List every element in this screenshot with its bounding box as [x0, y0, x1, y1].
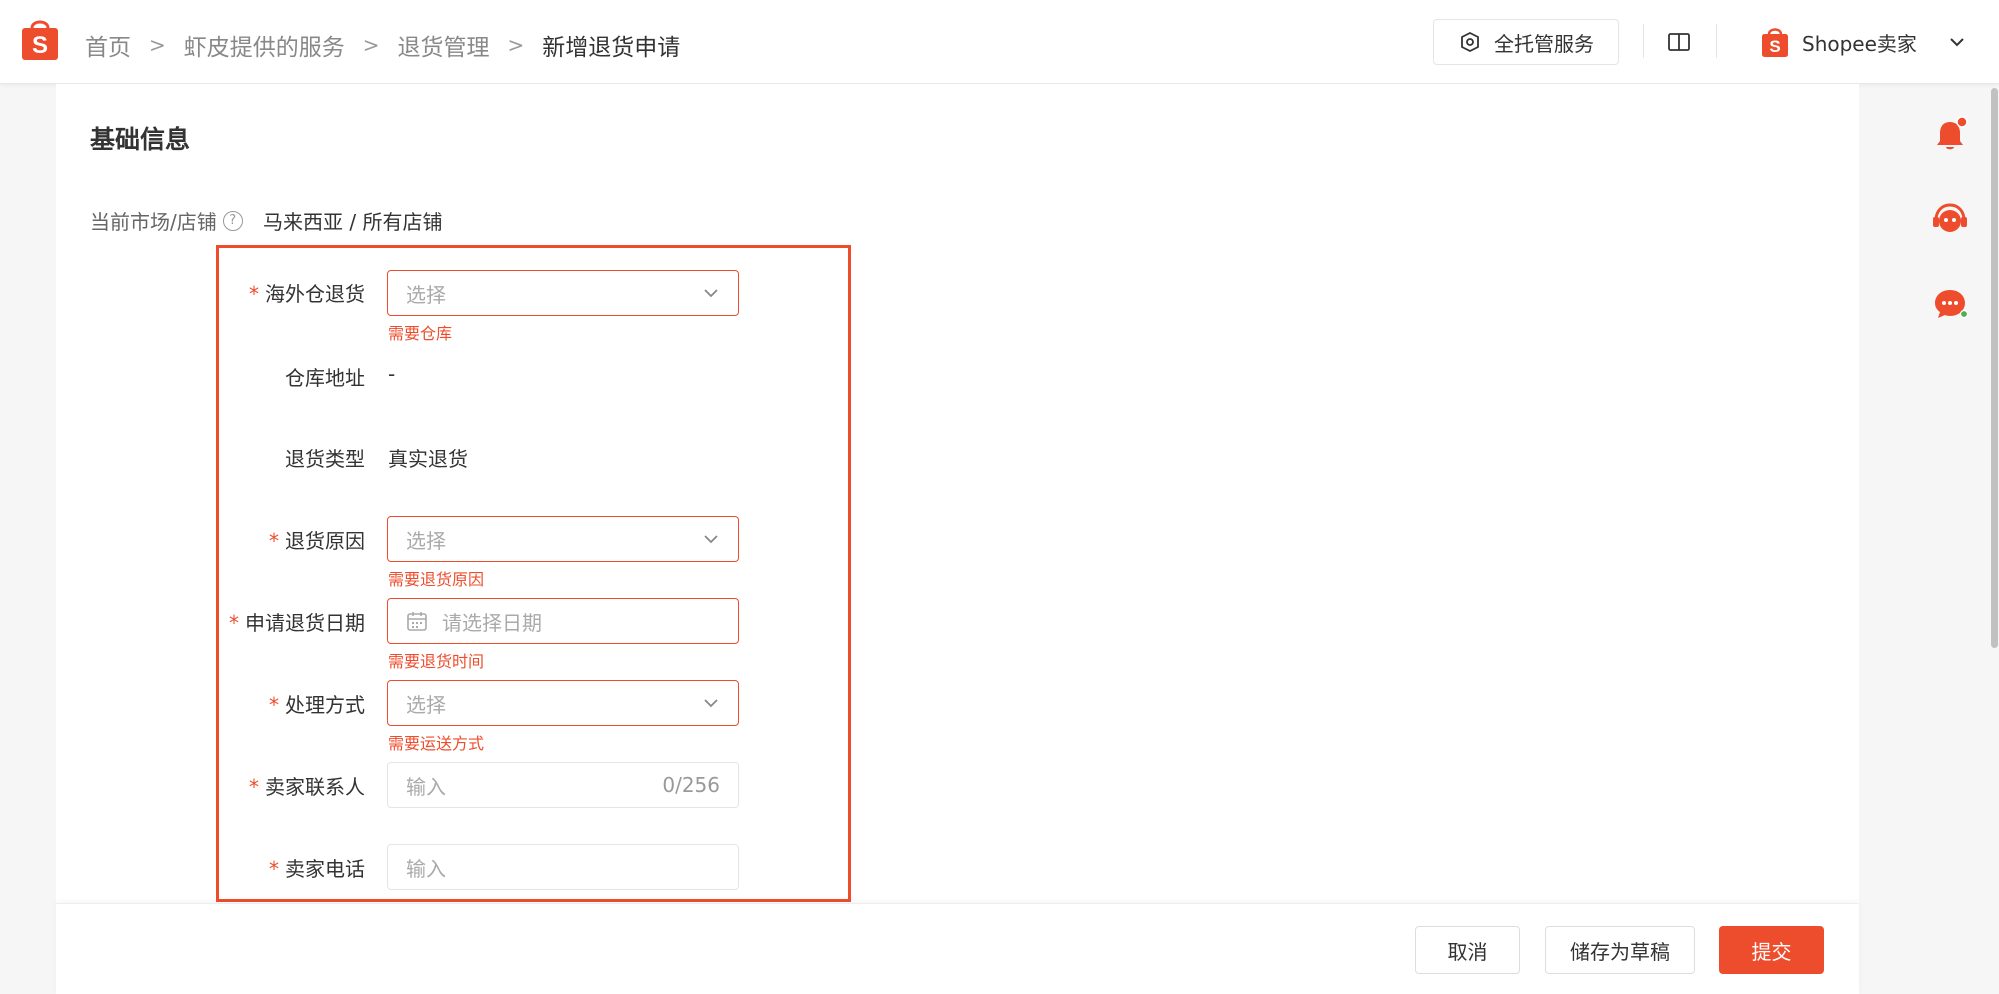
- return-date-label-text: 申请退货日期: [245, 611, 365, 635]
- seller-contact-input[interactable]: 输入 0/256: [387, 762, 739, 808]
- warehouse-return-error: 需要仓库: [388, 324, 453, 343]
- seller-phone-label: * 卖家电话: [135, 853, 365, 882]
- warehouse-return-placeholder: 选择: [406, 282, 446, 307]
- warehouse-return-label: * 海外仓退货: [135, 278, 365, 307]
- breadcrumb-return-management[interactable]: 退货管理: [398, 28, 490, 62]
- top-navigation-bar: S 首页 > 虾皮提供的服务 > 退货管理 > 新增退货申请 全托管服务 S S…: [0, 0, 1999, 84]
- return-reason-label: * 退货原因: [135, 525, 365, 554]
- hosted-service-icon: [1461, 31, 1479, 53]
- seller-contact-placeholder: 输入: [406, 774, 446, 799]
- return-date-label: * 申请退货日期: [135, 607, 365, 636]
- seller-contact-counter: 0/256: [662, 773, 720, 797]
- handling-method-label-text: 处理方式: [285, 693, 365, 717]
- chat-icon[interactable]: [1930, 284, 1970, 324]
- required-mark: *: [269, 693, 279, 717]
- required-mark: *: [229, 611, 239, 635]
- breadcrumb-separator: >: [149, 33, 166, 57]
- seller-account-menu[interactable]: S Shopee卖家: [1760, 20, 1967, 64]
- seller-phone-label-text: 卖家电话: [285, 857, 365, 881]
- calendar-icon: [407, 612, 427, 631]
- save-draft-button[interactable]: 储存为草稿: [1545, 926, 1695, 974]
- chevron-down-icon: [1950, 38, 1964, 47]
- handling-method-error: 需要运送方式: [388, 734, 485, 753]
- handling-method-placeholder: 选择: [406, 692, 446, 717]
- return-type-label: 退货类型: [285, 447, 365, 471]
- section-title: 基础信息: [90, 125, 191, 154]
- return-reason-error: 需要退货原因: [388, 570, 485, 589]
- chevron-down-icon: [704, 699, 718, 708]
- help-icon[interactable]: ?: [222, 210, 243, 231]
- seller-contact-label: * 卖家联系人: [135, 771, 365, 800]
- seller-phone-input[interactable]: 输入: [387, 844, 739, 890]
- hosted-service-label: 全托管服务: [1494, 31, 1594, 56]
- breadcrumb-home[interactable]: 首页: [85, 28, 131, 62]
- seller-contact-label-text: 卖家联系人: [265, 775, 365, 799]
- cancel-button[interactable]: 取消: [1415, 926, 1520, 974]
- handling-method-select[interactable]: 选择: [387, 680, 739, 726]
- divider: [1643, 24, 1644, 58]
- breadcrumb-separator: >: [362, 33, 380, 57]
- bell-icon[interactable]: [1930, 116, 1970, 156]
- scrollbar-thumb[interactable]: [1991, 88, 1998, 648]
- warehouse-return-select[interactable]: 选择: [387, 270, 739, 316]
- return-reason-placeholder: 选择: [406, 528, 446, 553]
- support-icon[interactable]: [1930, 200, 1970, 240]
- market-label-text: 当前市场/店铺: [90, 210, 217, 234]
- required-mark: *: [249, 282, 259, 306]
- chevron-down-icon: [704, 289, 718, 298]
- seller-label: Shopee卖家: [1802, 31, 1917, 56]
- market-label: 当前市场/店铺 ?: [90, 206, 243, 235]
- warehouse-address-value: -: [388, 362, 396, 386]
- book-icon[interactable]: [1666, 29, 1692, 55]
- return-date-error: 需要退货时间: [388, 652, 485, 671]
- market-value: 马来西亚 / 所有店铺: [263, 210, 443, 234]
- submit-button[interactable]: 提交: [1719, 926, 1824, 974]
- breadcrumb: 首页 > 虾皮提供的服务 > 退货管理 > 新增退货申请: [85, 27, 680, 63]
- required-mark: *: [269, 529, 279, 553]
- shopee-seller-icon: S: [1762, 28, 1788, 57]
- required-mark: *: [269, 857, 279, 881]
- return-date-picker[interactable]: 请选择日期: [387, 598, 739, 644]
- divider: [1716, 24, 1717, 58]
- return-reason-select[interactable]: 选择: [387, 516, 739, 562]
- svg-text:S: S: [1769, 37, 1780, 56]
- shopee-logo-icon[interactable]: S: [20, 16, 60, 62]
- seller-phone-placeholder: 输入: [406, 856, 446, 881]
- chevron-down-icon: [704, 535, 718, 544]
- hosted-service-button[interactable]: 全托管服务: [1433, 19, 1619, 65]
- return-date-placeholder: 请选择日期: [442, 610, 542, 635]
- warehouse-address-label: 仓库地址: [285, 366, 365, 390]
- breadcrumb-separator: >: [507, 33, 525, 57]
- warehouse-return-label-text: 海外仓退货: [265, 282, 365, 306]
- breadcrumb-current: 新增退货申请: [542, 35, 681, 61]
- svg-text:S: S: [32, 32, 48, 59]
- breadcrumb-services[interactable]: 虾皮提供的服务: [184, 28, 345, 62]
- handling-method-label: * 处理方式: [135, 689, 365, 718]
- required-mark: *: [249, 775, 259, 799]
- return-reason-label-text: 退货原因: [285, 529, 365, 553]
- return-type-value: 真实退货: [388, 447, 468, 471]
